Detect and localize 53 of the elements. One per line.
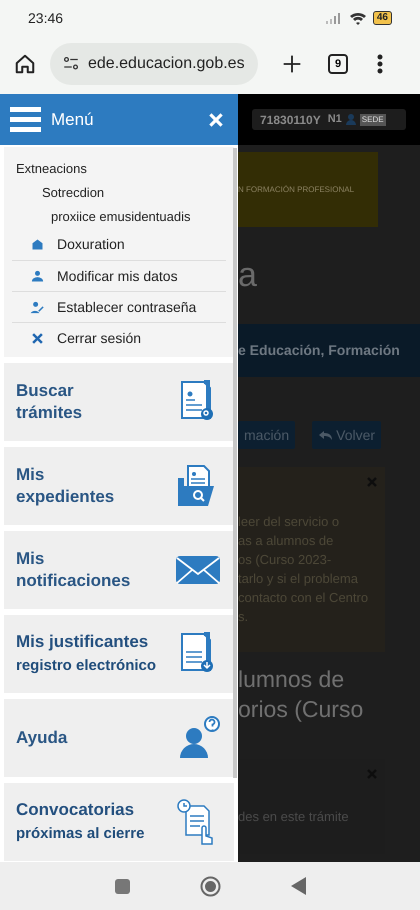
card-title: Ayuda	[16, 727, 68, 749]
menu-card[interactable]: Buscar trámites	[4, 363, 234, 441]
close-icon	[30, 330, 45, 346]
house-icon	[30, 237, 45, 252]
close-icon	[208, 112, 224, 128]
recents-button[interactable]	[114, 878, 130, 894]
url-text: ede.educacion.gob.es	[88, 54, 245, 74]
menu-item[interactable]: Establecer contraseña	[12, 291, 226, 322]
menu-card[interactable]: Mis justificantes registro electrónico	[4, 615, 234, 693]
menu-card[interactable]: Mis expedientes	[4, 447, 234, 525]
wifi-icon	[348, 11, 367, 25]
signal-icon	[324, 12, 343, 24]
home-button[interactable]	[200, 876, 220, 896]
card-subtitle: registro electrónico	[16, 656, 156, 676]
back-icon	[290, 877, 306, 895]
banner: N FORMACIÓN PROFESIONAL	[238, 152, 378, 227]
page-title: a	[238, 255, 258, 296]
menu-card[interactable]: Convocatorias próximas al cierre	[4, 783, 234, 861]
clock: 23:46	[28, 8, 64, 28]
back-button[interactable]	[290, 877, 306, 895]
menu-link[interactable]: Sotrecdion	[4, 181, 234, 205]
menu-link[interactable]: Extneacions	[4, 157, 234, 181]
undo-icon	[318, 429, 332, 441]
card-title: Convocatorias	[16, 799, 136, 821]
menu-icon	[10, 106, 41, 132]
address-bar[interactable]: ede.educacion.gob.es	[50, 43, 258, 85]
user-badge: 71830110Y N1 SEDE	[252, 109, 406, 130]
user-edit-icon	[30, 300, 45, 314]
menu-card[interactable]: Mis notificaciones	[4, 531, 234, 609]
page-heading: lumnos de	[238, 665, 346, 694]
tab-count-button[interactable]: 9	[328, 54, 348, 74]
plus-icon	[282, 54, 302, 74]
square-icon	[114, 878, 130, 894]
card-title: Buscar trámites	[16, 380, 82, 424]
home-icon	[14, 53, 36, 75]
menu-link[interactable]: proxiice emusidentuadis	[4, 205, 234, 229]
more-icon	[377, 54, 383, 74]
menu-button[interactable]: Menú	[10, 106, 94, 132]
page-heading: orios (Curso	[238, 695, 364, 724]
menu-item[interactable]: Cerrar sesión	[12, 322, 226, 353]
section-band: e Educación, Formación	[238, 324, 420, 377]
battery-indicator: 46	[372, 11, 392, 25]
menu-title: Menú	[51, 108, 94, 131]
menu-card[interactable]: Ayuda	[4, 699, 234, 777]
card-subtitle: próximas al cierre	[16, 824, 144, 844]
card-title: Mis expedientes	[16, 464, 114, 508]
card-title: Mis justificantes	[16, 631, 150, 653]
card-title: Mis notificaciones	[16, 548, 130, 592]
user-icon	[30, 268, 45, 284]
circle-icon	[200, 876, 220, 896]
user-icon	[346, 114, 356, 125]
menu-item[interactable]: Modificar mis datos	[12, 260, 226, 291]
menu-item[interactable]: Doxuration	[12, 229, 226, 260]
